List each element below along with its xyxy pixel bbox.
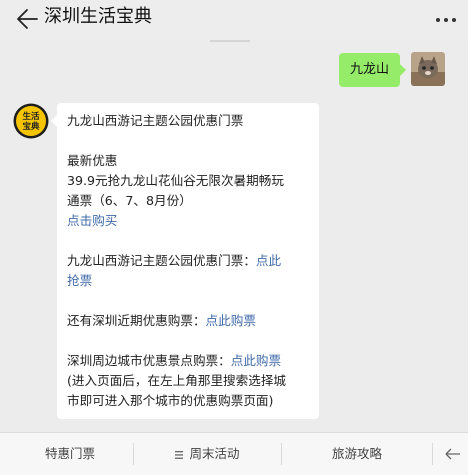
- user-avatar[interactable]: [411, 52, 445, 86]
- menu-item-weekend[interactable]: 周末活动: [134, 433, 281, 475]
- submenu-icon: [175, 450, 184, 459]
- message-text: 还有深圳近期优惠购票：: [67, 313, 206, 328]
- menu-item-travel[interactable]: 旅游攻略: [282, 433, 432, 475]
- message-line: 深圳周边城市优惠景点购票：点此购票: [67, 351, 309, 371]
- outgoing-message-bubble[interactable]: 九龙山: [339, 53, 407, 87]
- back-arrow-icon[interactable]: [14, 6, 40, 32]
- buy-link[interactable]: 点击购买: [67, 211, 309, 231]
- divider: [210, 40, 250, 42]
- official-account-avatar[interactable]: 生活 宝典: [13, 103, 49, 139]
- more-options-icon[interactable]: [434, 10, 458, 30]
- menu-item-weekend-label: 周末活动: [189, 446, 240, 461]
- menu-item-tickets[interactable]: 特惠门票: [10, 433, 130, 475]
- message-line: 九龙山西游记主题公园优惠门票：点此: [67, 251, 309, 271]
- menu-divider: [432, 443, 433, 465]
- bottom-menu: 特惠门票 周末活动 旅游攻略: [0, 432, 468, 475]
- avatar-logo-text-top: 生活: [22, 111, 40, 122]
- message-text: 深圳周边城市优惠景点购票：: [67, 353, 231, 368]
- shenzhen-tickets-link[interactable]: 点此购票: [206, 313, 256, 328]
- avatar-logo-text-bottom: 宝典: [22, 121, 40, 132]
- message-text: 九龙山西游记主题公园优惠门票：: [67, 253, 256, 268]
- message-line: 通票（6、7、8月份）: [67, 193, 192, 208]
- top-bar: 深圳生活宝典: [0, 0, 468, 40]
- menu-overflow-icon[interactable]: [440, 447, 460, 461]
- grab-ticket-link-continued[interactable]: 抢票: [67, 271, 309, 291]
- message-line: 还有深圳近期优惠购票：点此购票: [67, 311, 309, 331]
- message-line: 市即可进入那个城市的优惠购票页面): [67, 393, 274, 408]
- page-title: 深圳生活宝典: [44, 6, 152, 27]
- message-line: 九龙山西游记主题公园优惠门票: [67, 113, 244, 128]
- message-line: 39.9元抢九龙山花仙谷无限次暑期畅玩: [67, 173, 284, 188]
- keyboard-toggle-icon[interactable]: [0, 433, 10, 475]
- incoming-message-bubble: 九龙山西游记主题公园优惠门票 最新优惠 39.9元抢九龙山花仙谷无限次暑期畅玩 …: [51, 103, 319, 419]
- message-line: (进入页面后，在左上角那里搜索选择城: [67, 373, 287, 388]
- nearby-city-tickets-link[interactable]: 点此购票: [231, 353, 281, 368]
- grab-ticket-link[interactable]: 点此: [256, 253, 281, 268]
- message-line: 最新优惠: [67, 153, 118, 168]
